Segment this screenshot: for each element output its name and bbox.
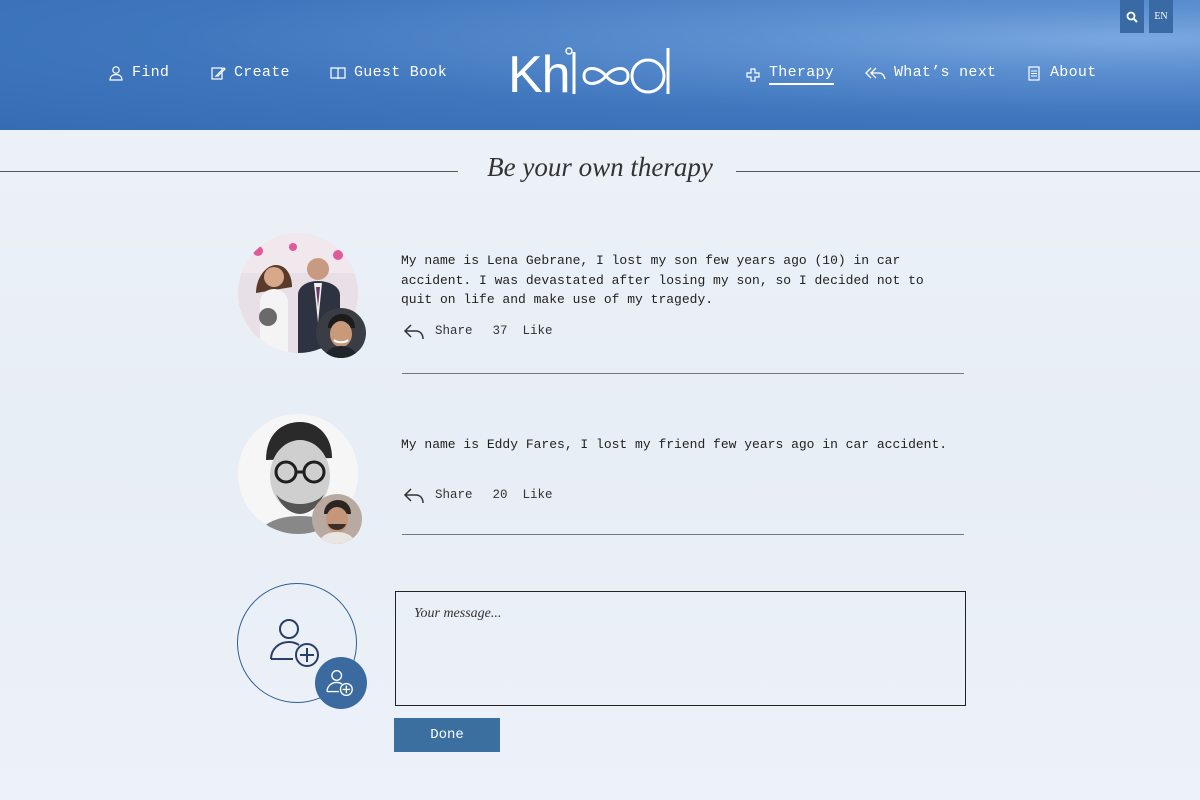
post-actions: Share 37 Like [403, 322, 553, 340]
reply-all-icon [865, 67, 886, 79]
nav-therapy-label: Therapy [769, 64, 835, 85]
add-user-icon [270, 619, 319, 667]
nav-find[interactable]: Find [108, 64, 169, 81]
like-count: 20 [492, 488, 508, 502]
post-text: My name is Eddy Fares, I lost my friend … [401, 437, 948, 452]
post-secondary-avatar[interactable] [312, 494, 362, 544]
reply-icon[interactable] [403, 322, 425, 340]
book-icon [330, 66, 346, 79]
post-divider [402, 534, 964, 535]
like-label: Like [522, 324, 553, 338]
edit-icon [211, 66, 226, 80]
post-divider [402, 373, 964, 374]
like-button[interactable]: 20 Like [493, 488, 553, 502]
search-button[interactable] [1120, 0, 1144, 33]
done-button[interactable]: Done [394, 718, 500, 752]
reply-icon[interactable] [403, 486, 425, 504]
nav-guest-book[interactable]: Guest Book [330, 64, 447, 81]
nav-therapy[interactable]: Therapy [745, 64, 835, 85]
like-count: 37 [492, 324, 508, 338]
nav-create[interactable]: Create [210, 64, 290, 81]
post-secondary-avatar[interactable] [316, 308, 366, 358]
person-icon [109, 65, 123, 81]
nav-create-label: Create [234, 64, 290, 81]
post-text: My name is Lena Gebrane, I lost my son f… [401, 253, 924, 307]
share-button[interactable]: Share [435, 324, 473, 338]
share-button[interactable]: Share [435, 488, 473, 502]
nav-whats-next-label: What’s next [894, 64, 997, 81]
plus-icon [746, 67, 760, 82]
photo-man-icon [312, 494, 362, 544]
khlood-logo[interactable]: Kh [508, 44, 678, 100]
post-actions: Share 20 Like [403, 486, 553, 504]
like-button[interactable]: 37 Like [493, 324, 553, 338]
search-icon [1126, 11, 1138, 23]
svg-text:Kh: Kh [508, 46, 570, 100]
language-label: EN [1154, 11, 1168, 22]
header: Find Create Guest Book Kh Therapy What’s… [0, 0, 1200, 130]
nav-find-label: Find [132, 64, 170, 81]
nav-about[interactable]: About [1026, 64, 1097, 81]
nav-whats-next[interactable]: What’s next [864, 64, 996, 81]
like-label: Like [522, 488, 553, 502]
nav-about-label: About [1050, 64, 1097, 81]
page-title: Be your own therapy [487, 152, 713, 182]
add-photo-button[interactable] [315, 657, 367, 709]
message-input[interactable] [395, 591, 966, 706]
logo-wordmark: Kh [508, 46, 670, 100]
photo-man-icon [316, 308, 366, 358]
add-user-icon [326, 670, 353, 696]
language-button[interactable]: EN [1149, 0, 1173, 33]
document-icon [1028, 65, 1040, 81]
nav-guest-book-label: Guest Book [354, 64, 448, 81]
